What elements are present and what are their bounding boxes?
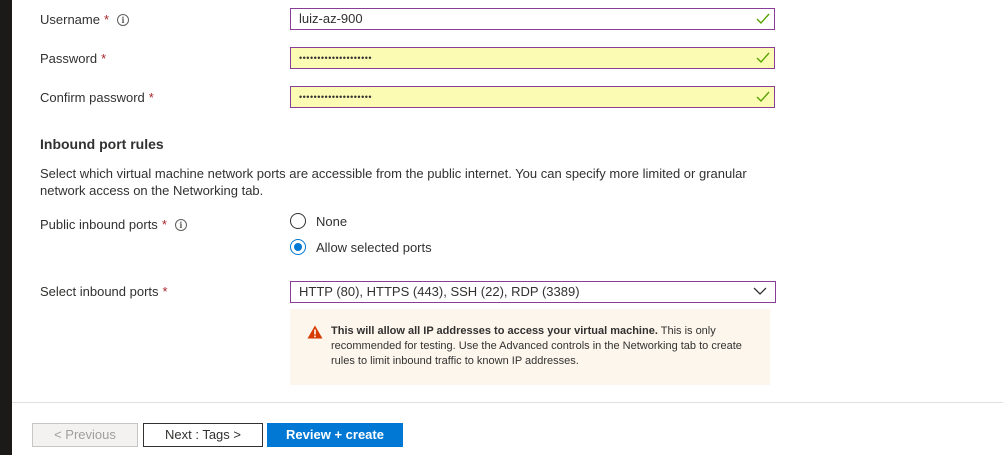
inbound-description: Select which virtual machine network por… — [40, 166, 747, 198]
section-title-inbound-port-rules: Inbound port rules — [40, 136, 164, 152]
username-input[interactable]: luiz-az-900 — [290, 8, 775, 30]
password-input[interactable]: •••••••••••••••••••• — [290, 47, 775, 69]
radio-option-allow-selected-ports[interactable]: Allow selected ports — [290, 237, 432, 257]
confirm-password-label: Confirm password * — [40, 90, 154, 105]
radio-option-none[interactable]: None — [290, 211, 347, 231]
chevron-down-icon[interactable] — [753, 287, 767, 296]
radio-label-none: None — [316, 213, 348, 229]
public-inbound-ports-label-text: Public inbound ports — [40, 217, 158, 232]
password-label: Password * — [40, 51, 106, 66]
info-icon[interactable]: i — [174, 219, 187, 231]
warning-icon — [307, 325, 323, 339]
info-icon[interactable]: i — [117, 14, 130, 26]
left-edge-bar — [0, 0, 12, 455]
select-inbound-ports-label-text: Select inbound ports — [40, 284, 159, 299]
confirm-password-input[interactable]: •••••••••••••••••••• — [290, 86, 775, 108]
valid-check-icon — [756, 52, 770, 64]
radio-label-allow-selected-ports: Allow selected ports — [316, 239, 432, 255]
required-mark: * — [101, 51, 107, 66]
required-mark: * — [161, 217, 167, 232]
select-inbound-ports-label: Select inbound ports * — [40, 284, 168, 299]
select-inbound-ports-value: HTTP (80), HTTPS (443), SSH (22), RDP (3… — [299, 284, 580, 299]
warning-message: This will allow all IP addresses to acce… — [290, 309, 770, 385]
next-tags-button[interactable]: Next : Tags > — [143, 423, 263, 447]
confirm-password-value: •••••••••••••••••••• — [299, 92, 373, 102]
required-mark: * — [103, 12, 110, 27]
radio-button[interactable] — [290, 239, 306, 255]
password-label-text: Password — [40, 51, 98, 66]
required-mark: * — [148, 90, 154, 105]
footer-divider — [12, 402, 1003, 403]
required-mark: * — [162, 284, 168, 299]
username-label: Username * i — [40, 12, 130, 27]
select-inbound-ports-dropdown[interactable]: HTTP (80), HTTPS (443), SSH (22), RDP (3… — [290, 281, 776, 303]
public-inbound-ports-label: Public inbound ports * i — [40, 217, 187, 232]
username-value: luiz-az-900 — [299, 11, 363, 26]
password-value: •••••••••••••••••••• — [299, 53, 373, 63]
valid-check-icon — [756, 13, 770, 25]
warning-bold-text: This will allow all IP addresses to acce… — [331, 325, 658, 337]
radio-button[interactable] — [290, 213, 306, 229]
username-label-text: Username — [40, 12, 100, 27]
confirm-password-label-text: Confirm password — [40, 90, 145, 105]
valid-check-icon — [756, 91, 770, 103]
review-create-button[interactable]: Review + create — [267, 423, 403, 447]
previous-button[interactable]: < Previous — [32, 423, 138, 447]
